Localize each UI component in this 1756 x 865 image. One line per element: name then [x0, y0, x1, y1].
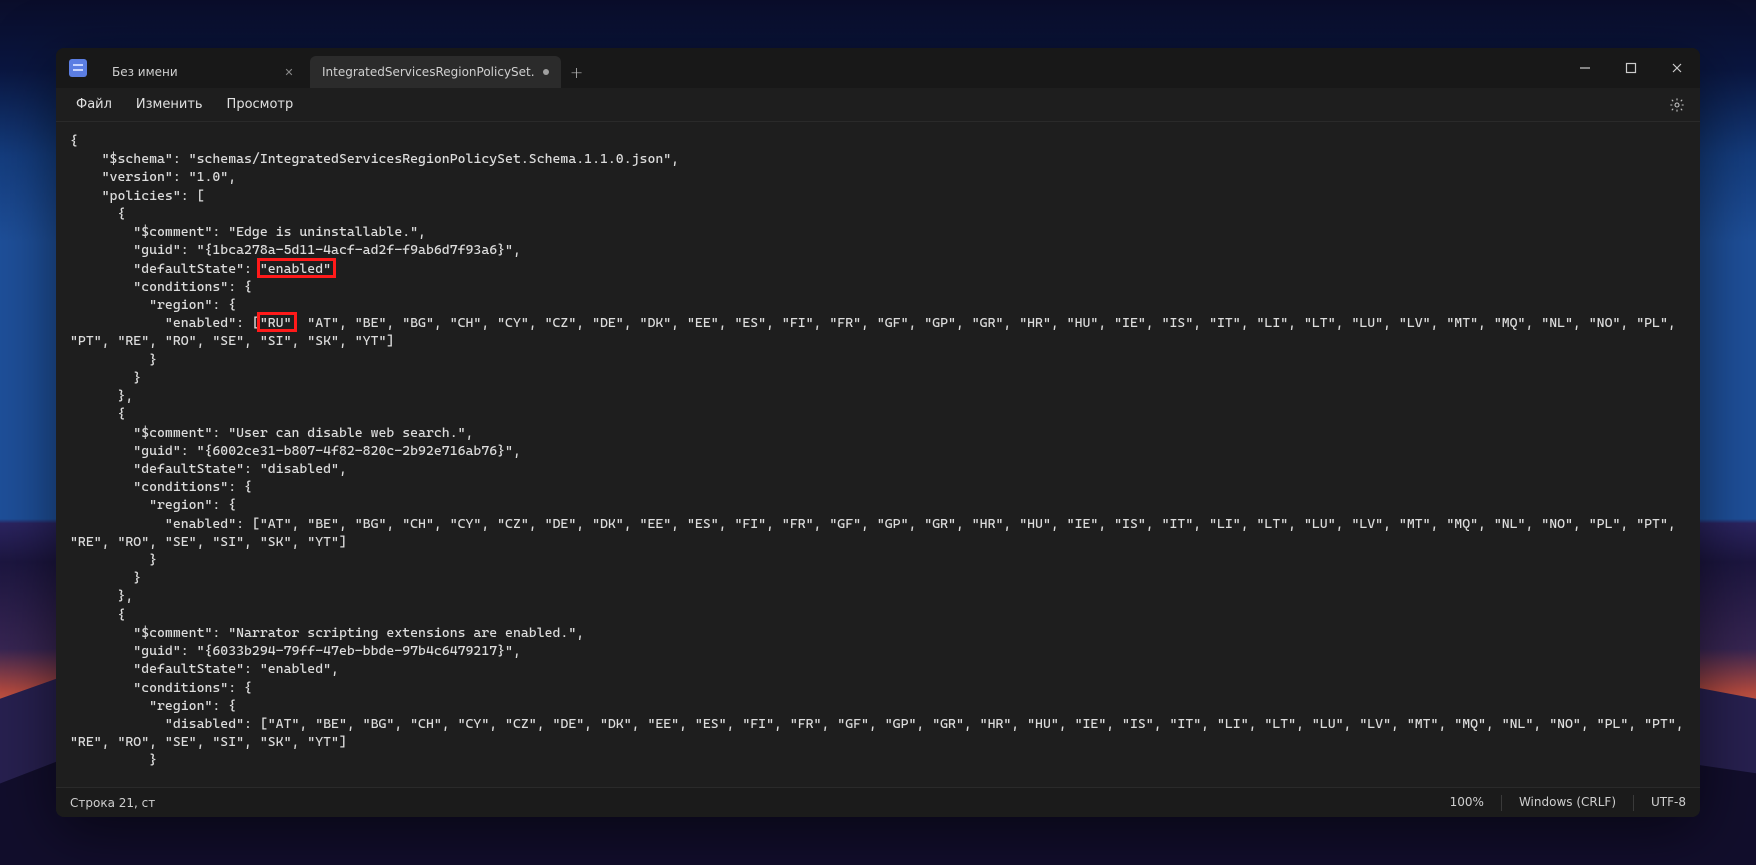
- close-button[interactable]: [1654, 48, 1700, 88]
- tab-policyset[interactable]: IntegratedServicesRegionPolicySet.: [310, 56, 561, 88]
- window-controls: [1562, 48, 1700, 88]
- app-icon: [56, 48, 100, 88]
- highlight-region-ru: [257, 312, 297, 332]
- settings-button[interactable]: [1662, 90, 1692, 120]
- divider: [1501, 795, 1502, 811]
- status-bar: Строка 21, ст 100% Windows (CRLF) UTF-8: [56, 787, 1700, 817]
- zoom-level[interactable]: 100%: [1450, 795, 1484, 811]
- unsaved-indicator-icon: [543, 69, 549, 75]
- menu-view[interactable]: Просмотр: [215, 93, 306, 116]
- encoding[interactable]: UTF-8: [1651, 795, 1686, 811]
- tab-bar: Без имени IntegratedServicesRegionPolicy…: [100, 48, 1562, 88]
- maximize-button[interactable]: [1608, 48, 1654, 88]
- notepad-window: Без имени IntegratedServicesRegionPolicy…: [56, 48, 1700, 817]
- divider: [1633, 795, 1634, 811]
- cursor-position[interactable]: Строка 21, ст: [70, 796, 155, 810]
- line-endings[interactable]: Windows (CRLF): [1519, 795, 1616, 811]
- tab-label: IntegratedServicesRegionPolicySet.: [322, 65, 535, 79]
- minimize-button[interactable]: [1562, 48, 1608, 88]
- titlebar[interactable]: Без имени IntegratedServicesRegionPolicy…: [56, 48, 1700, 88]
- menu-bar: Файл Изменить Просмотр: [56, 88, 1700, 122]
- menu-edit[interactable]: Изменить: [124, 93, 215, 116]
- new-tab-button[interactable]: [561, 56, 593, 88]
- highlight-defaultstate-enabled: [257, 258, 336, 278]
- tab-label: Без имени: [112, 65, 178, 79]
- tab-untitled[interactable]: Без имени: [100, 56, 310, 88]
- close-icon[interactable]: [280, 63, 298, 81]
- text-editor[interactable]: { "$schema": "schemas/IntegratedServices…: [56, 122, 1700, 787]
- menu-file[interactable]: Файл: [64, 93, 124, 116]
